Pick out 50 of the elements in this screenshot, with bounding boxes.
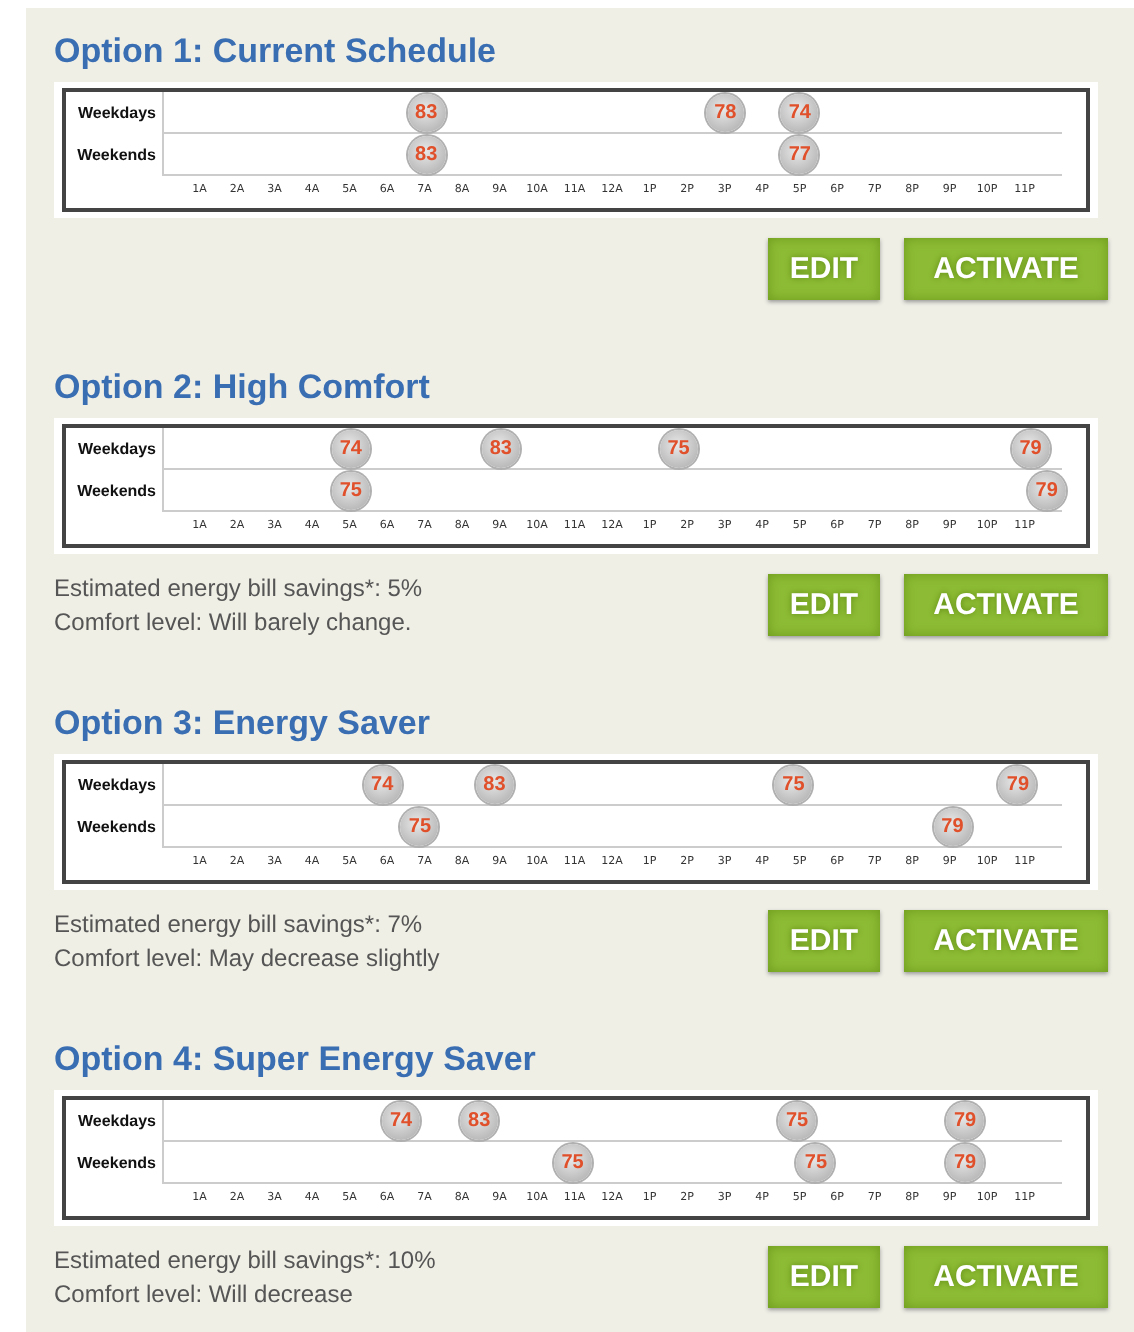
activate-button[interactable]: ACTIVATE: [904, 574, 1108, 636]
activate-button[interactable]: ACTIVATE: [904, 1246, 1108, 1308]
setpoint-marker[interactable]: 83: [481, 430, 520, 468]
setpoint-marker[interactable]: 83: [407, 136, 446, 174]
row-label: Weekdays: [76, 438, 158, 462]
row-label: Weekdays: [76, 102, 158, 126]
row-label: Weekends: [75, 1152, 158, 1176]
setpoint-marker[interactable]: 75: [659, 430, 698, 468]
setpoint-marker[interactable]: 75: [553, 1144, 592, 1182]
setpoint-marker[interactable]: 74: [331, 430, 370, 468]
setpoint-marker[interactable]: 83: [475, 766, 514, 804]
edit-button[interactable]: EDIT: [768, 910, 880, 972]
setpoint-marker[interactable]: 79: [1011, 430, 1050, 468]
activate-button[interactable]: ACTIVATE: [904, 910, 1108, 972]
setpoint-marker[interactable]: 74: [780, 94, 819, 132]
savings-text: Estimated energy bill savings*: 10%: [54, 1244, 436, 1278]
setpoint-marker[interactable]: 79: [933, 808, 972, 846]
setpoint-marker[interactable]: 79: [1027, 472, 1066, 510]
setpoint-marker[interactable]: 79: [946, 1144, 984, 1182]
edit-button[interactable]: EDIT: [768, 574, 880, 636]
option-title: Option 2: High Comfort: [54, 366, 432, 410]
row-label: Weekends: [75, 480, 158, 504]
setpoint-marker[interactable]: 75: [796, 1144, 835, 1182]
setpoint-marker[interactable]: 78: [706, 94, 745, 132]
comfort-text: Comfort level: May decrease slightly: [54, 942, 440, 976]
savings-text: Estimated energy bill savings*: 5%: [54, 572, 423, 606]
setpoint-marker[interactable]: 74: [363, 766, 402, 804]
setpoint-marker[interactable]: 74: [382, 1102, 421, 1140]
edit-button[interactable]: EDIT: [768, 238, 880, 300]
option-title: Option 4: Super Energy Saver: [54, 1038, 538, 1082]
activate-button[interactable]: ACTIVATE: [904, 238, 1108, 300]
setpoint-marker[interactable]: 77: [780, 136, 819, 174]
comfort-text: Comfort level: Will decrease: [54, 1278, 355, 1312]
setpoint-marker[interactable]: 83: [460, 1102, 499, 1140]
option-title: Option 3: Energy Saver: [54, 702, 432, 746]
comfort-text: Comfort level: Will barely change.: [54, 606, 414, 640]
row-label: Weekends: [75, 816, 158, 840]
option-title: Option 1: Current Schedule: [54, 30, 499, 74]
setpoint-marker[interactable]: 79: [946, 1102, 984, 1140]
setpoint-marker[interactable]: 75: [774, 766, 813, 804]
edit-button[interactable]: EDIT: [768, 1246, 880, 1308]
row-label: Weekdays: [76, 1110, 158, 1134]
setpoint-marker[interactable]: 75: [331, 472, 370, 510]
setpoint-marker[interactable]: 79: [998, 766, 1037, 804]
row-label: Weekdays: [76, 774, 158, 798]
row-label: Weekends: [75, 144, 158, 168]
setpoint-marker[interactable]: 75: [400, 808, 439, 846]
savings-text: Estimated energy bill savings*: 7%: [54, 908, 425, 942]
setpoint-marker[interactable]: 83: [407, 94, 446, 132]
setpoint-marker[interactable]: 75: [778, 1102, 817, 1140]
